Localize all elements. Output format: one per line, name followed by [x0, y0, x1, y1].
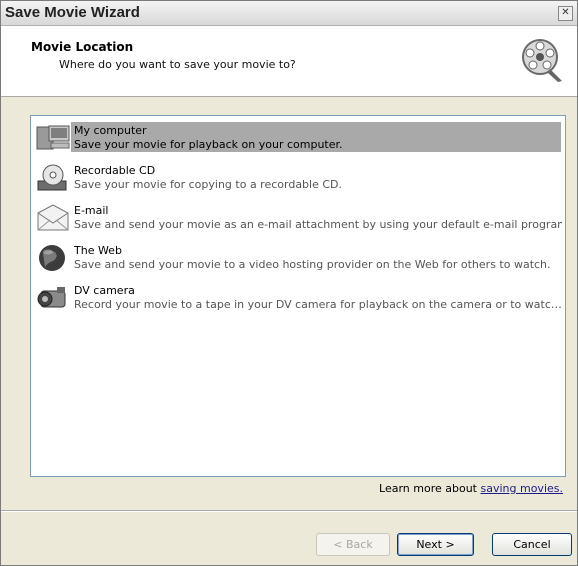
option-description: Save and send your movie as an e-mail at…: [74, 218, 562, 231]
envelope-icon: [37, 204, 69, 231]
back-button[interactable]: < Back: [316, 533, 390, 556]
globe-icon: [39, 245, 65, 271]
cancel-button[interactable]: Cancel: [492, 533, 572, 556]
option-recordable-cd[interactable]: Recordable CD Save your movie for copyin…: [33, 162, 561, 192]
option-email[interactable]: E-mail Save and send your movie as an e-…: [33, 202, 562, 232]
computer-icon: [36, 125, 70, 150]
option-the-web[interactable]: The Web Save and send your movie to a vi…: [33, 242, 561, 272]
option-description: Record your movie to a tape in your DV c…: [74, 298, 562, 311]
film-reel-icon: [522, 39, 562, 82]
option-my-computer[interactable]: My computer Save your movie for playback…: [33, 122, 561, 152]
wizard-header: Movie Location Where do you want to save…: [1, 26, 577, 97]
option-label: The Web: [74, 244, 122, 257]
close-button[interactable]: ✕: [558, 6, 573, 21]
save-options-list: My computer Save your movie for playback…: [30, 115, 566, 477]
close-icon: ✕: [561, 7, 570, 18]
option-dv-camera[interactable]: DV camera Record your movie to a tape in…: [33, 282, 562, 312]
option-label: Recordable CD: [74, 164, 156, 177]
saving-movies-link[interactable]: saving movies.: [481, 482, 564, 495]
next-button[interactable]: Next >: [397, 533, 474, 556]
title-bar[interactable]: Save Movie Wizard ✕: [1, 1, 577, 26]
window-title: Save Movie Wizard: [5, 4, 140, 21]
learn-more: Learn more about saving movies.: [379, 482, 563, 495]
wizard-window: Save Movie Wizard ✕ Movie Location Where…: [0, 0, 578, 566]
cd-icon: [37, 164, 67, 191]
learn-more-prefix: Learn more about: [379, 482, 481, 495]
page-title: Movie Location: [31, 40, 134, 54]
option-description: Save your movie for playback on your com…: [74, 138, 343, 151]
option-label: E-mail: [74, 204, 109, 217]
page-subtitle: Where do you want to save your movie to?: [59, 58, 296, 71]
option-description: Save and send your movie to a video host…: [74, 258, 551, 271]
option-label: My computer: [74, 124, 147, 137]
option-label: DV camera: [74, 284, 135, 297]
footer-divider: [1, 510, 577, 512]
option-description: Save your movie for copying to a recorda…: [74, 178, 343, 191]
dv-camera-icon: [37, 287, 66, 308]
